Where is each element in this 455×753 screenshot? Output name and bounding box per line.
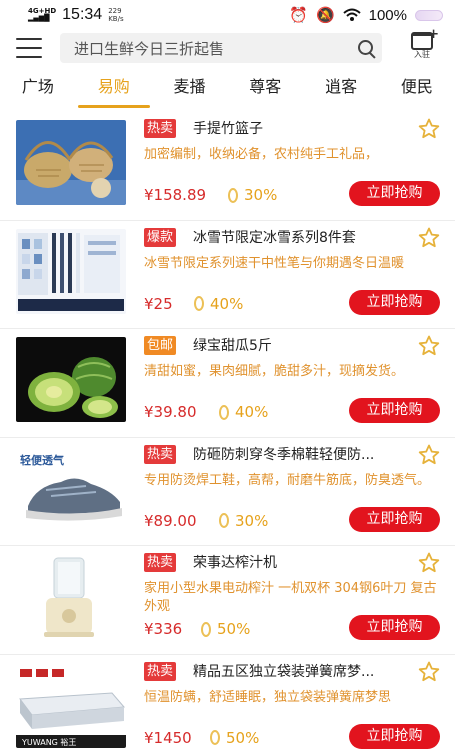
product-desc: 专用防烫焊工鞋，高帮，耐磨牛筋底，防臭透气。	[144, 472, 431, 488]
speed-value: 229	[108, 7, 122, 15]
product-price: ¥1450	[144, 728, 192, 747]
coin-icon	[210, 730, 220, 745]
product-title[interactable]: 防砸防刺穿冬季棉鞋轻便防...	[193, 444, 408, 466]
favorite-star-icon[interactable]	[417, 660, 441, 684]
product-list: 热卖 手提竹篮子 加密编制，收纳必备，农村纯手工礼品， ¥158.89 30% …	[0, 112, 455, 753]
network-speed: 229 KB/s	[108, 7, 123, 23]
discount-rate: 50%	[201, 618, 250, 640]
buy-now-button[interactable]: 立即抢购	[349, 723, 440, 749]
tab-xiaoke[interactable]: 逍客	[303, 70, 379, 110]
shoe-image-text: 轻便透气	[20, 453, 64, 467]
search-placeholder: 进口生鲜今日三折起售	[74, 39, 225, 58]
discount-rate: 30%	[228, 184, 277, 206]
tab-yigou[interactable]: 易购	[76, 70, 152, 110]
status-badge: 热卖	[144, 119, 177, 138]
coin-icon	[219, 404, 229, 420]
discount-rate: 30%	[219, 510, 268, 532]
coin-icon	[201, 621, 211, 637]
product-title[interactable]: 荣事达榨汁机	[193, 552, 408, 574]
alarm-icon: ⏰	[289, 7, 308, 24]
search-input[interactable]: 进口生鲜今日三折起售	[60, 33, 382, 63]
rate-value: 30%	[244, 186, 278, 204]
status-badge: 包邮	[144, 336, 177, 355]
category-tabs: 广场 易购 麦播 尊客 逍客 便民	[0, 70, 455, 110]
coin-icon	[194, 296, 204, 311]
mattress-brand: YUWANG 裕王	[21, 737, 76, 747]
buy-now-button[interactable]: 立即抢购	[349, 506, 440, 532]
product-price: ¥158.89	[144, 186, 207, 204]
rate-value: 40%	[210, 294, 244, 313]
battery-icon	[415, 9, 443, 21]
product-title[interactable]: 精品五区独立袋装弹簧席梦...	[193, 661, 408, 683]
discount-rate: 50%	[210, 727, 259, 749]
list-item[interactable]: 轻便透气 热卖 防砸防刺穿冬季棉鞋轻便防... 专用防烫焊工鞋，高帮，耐磨牛筋底…	[0, 438, 455, 546]
rate-value: 40%	[235, 403, 269, 421]
discount-rate: 40%	[219, 401, 268, 423]
product-price: ¥336	[144, 620, 183, 638]
list-item[interactable]: 包邮 绿宝甜瓜5斤 清甜如蜜，果肉细腻，脆甜多汁，现摘发货。 ¥39.80 40…	[0, 329, 455, 438]
battery-label: 100%	[368, 6, 407, 24]
product-image-juicer[interactable]	[16, 554, 126, 639]
search-icon[interactable]	[352, 33, 382, 63]
tab-bianmin[interactable]: 便民	[379, 70, 455, 110]
coin-icon	[219, 513, 229, 528]
favorite-star-icon[interactable]	[417, 117, 441, 141]
product-price: ¥39.80	[144, 403, 197, 421]
product-image-shoe[interactable]: 轻便透气	[16, 445, 126, 531]
product-image-baskets[interactable]	[16, 120, 126, 205]
product-title[interactable]: 绿宝甜瓜5斤	[193, 335, 408, 357]
discount-rate: 40%	[194, 293, 243, 315]
product-desc: 冰雪节限定系列速干中性笔与你期遇冬日温暖	[144, 255, 405, 271]
favorite-star-icon[interactable]	[417, 334, 441, 358]
status-badge: 热卖	[144, 661, 177, 681]
wifi-icon	[342, 8, 361, 21]
menu-icon-bar	[16, 38, 42, 40]
list-item[interactable]: 热卖 手提竹篮子 加密编制，收纳必备，农村纯手工礼品， ¥158.89 30% …	[0, 112, 455, 221]
list-item[interactable]: YUWANG 裕王 热卖 精品五区独立袋装弹簧席梦... 恒温防螨，舒适睡眠，独…	[0, 655, 455, 753]
tab-maibo[interactable]: 麦播	[152, 70, 228, 110]
signal-icon: 4G+HD ▂▄▆█	[28, 7, 57, 22]
list-item[interactable]: 热卖 荣事达榨汁机 家用小型水果电动榨汁 一机双杯 304钢6叶刀 复古外观 ¥…	[0, 546, 455, 655]
product-desc: 清甜如蜜，果肉细腻，脆甜多汁，现摘发货。	[144, 364, 405, 379]
favorite-star-icon[interactable]	[417, 551, 441, 575]
product-desc: 加密编制，收纳必备，农村纯手工礼品，	[144, 147, 379, 162]
mute-icon: 🔕	[315, 7, 335, 24]
product-image-melon[interactable]	[16, 337, 126, 422]
join-label: 入驻	[414, 50, 430, 59]
shop-icon	[411, 27, 439, 50]
buy-now-button[interactable]: 立即抢购	[349, 181, 440, 206]
rate-value: 50%	[226, 728, 260, 747]
speed-unit: KB/s	[108, 15, 124, 23]
clock: 15:34	[62, 6, 103, 23]
rate-value: 50%	[217, 620, 251, 638]
product-price: ¥25	[144, 294, 173, 313]
tab-zunke[interactable]: 尊客	[227, 70, 303, 110]
join-button[interactable]: 入驻	[405, 27, 439, 66]
status-badge: 热卖	[144, 553, 177, 572]
buy-now-button[interactable]: 立即抢购	[349, 615, 440, 640]
product-desc: 家用小型水果电动榨汁 一机双杯 304钢6叶刀 复古外观	[144, 581, 437, 614]
rate-value: 30%	[235, 511, 269, 530]
favorite-star-icon[interactable]	[417, 226, 441, 250]
buy-now-button[interactable]: 立即抢购	[349, 289, 440, 315]
menu-icon-bar	[16, 56, 42, 58]
product-title[interactable]: 冰雪节限定冰雪系列8件套	[193, 227, 408, 249]
status-badge: 爆款	[144, 227, 177, 247]
menu-button[interactable]	[16, 38, 42, 58]
favorite-star-icon[interactable]	[417, 443, 441, 467]
list-item[interactable]: 爆款 冰雪节限定冰雪系列8件套 冰雪节限定系列速干中性笔与你期遇冬日温暖 ¥25…	[0, 221, 455, 329]
product-image-mattress[interactable]: YUWANG 裕王	[16, 662, 126, 748]
product-title[interactable]: 手提竹篮子	[193, 118, 408, 140]
coin-icon	[228, 187, 238, 203]
menu-icon-bar	[16, 47, 42, 49]
product-price: ¥89.00	[144, 511, 197, 530]
status-badge: 热卖	[144, 444, 177, 464]
buy-now-button[interactable]: 立即抢购	[349, 398, 440, 423]
status-bar: 4G+HD ▂▄▆█ 15:34 229 KB/s ⏰ 🔕 100%	[0, 0, 455, 30]
tab-guangchang[interactable]: 广场	[0, 70, 76, 110]
product-image-pens[interactable]	[16, 228, 126, 314]
top-header: 进口生鲜今日三折起售 入驻	[0, 27, 455, 66]
product-desc: 恒温防螨，舒适睡眠，独立袋装弹簧席梦思	[144, 689, 392, 705]
